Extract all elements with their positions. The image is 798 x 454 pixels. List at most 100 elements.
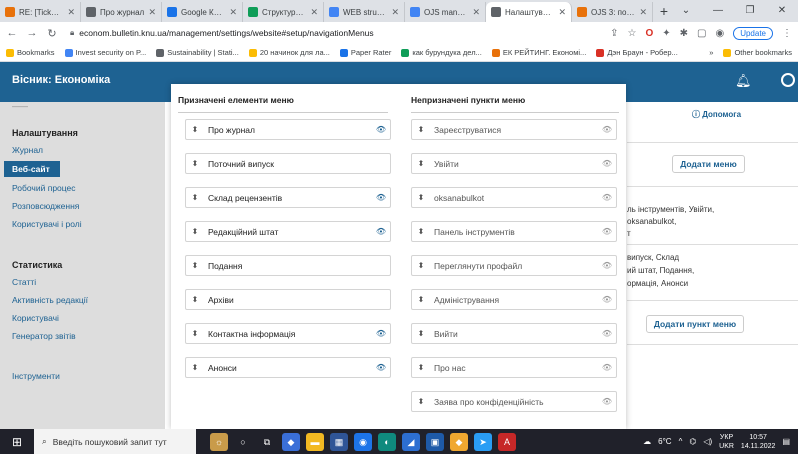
bookmark-star-icon[interactable]: ☆ (627, 28, 636, 39)
unassigned-menu-item[interactable]: ⬍ oksanabulkot 👁︎ (411, 187, 617, 208)
add-menu-button[interactable]: Додати меню (672, 155, 745, 173)
windows-start-icon[interactable]: ⊞ (0, 429, 34, 454)
sidebar-item-workflow[interactable]: Робочий процес (12, 183, 76, 193)
app-icon[interactable]: ◆ (282, 432, 300, 451)
browser-tab[interactable]: RE: [Ticket#3... ✕ (0, 2, 81, 22)
drag-handle-icon[interactable]: ⬍ (186, 193, 204, 202)
widget-icon[interactable]: ☼ (210, 432, 228, 451)
profile-avatar[interactable]: ◉ (715, 28, 724, 39)
drag-handle-icon[interactable]: ⬍ (186, 329, 204, 338)
reload-icon[interactable]: ↻ (46, 27, 58, 40)
visibility-eye-icon[interactable]: 👁︎ (598, 397, 616, 406)
close-window-icon[interactable]: ✕ (766, 0, 798, 22)
forward-icon[interactable]: → (26, 27, 38, 39)
drag-handle-icon[interactable]: ⬍ (412, 227, 430, 236)
visibility-eye-icon[interactable]: 👁︎ (598, 295, 616, 304)
drag-handle-icon[interactable]: ⬍ (412, 295, 430, 304)
journal-title[interactable]: Вісник: Економіка (12, 74, 110, 86)
unassigned-menu-item[interactable]: ⬍ Заява про конфіденційність 👁︎ (411, 391, 617, 412)
browser-tab[interactable]: Про журнал ✕ (81, 2, 162, 22)
drag-handle-icon[interactable]: ⬍ (412, 261, 430, 270)
bookmark-item[interactable]: Дэн Браун - Робер... (596, 48, 678, 57)
bookmarks-overflow-icon[interactable]: » (709, 48, 713, 57)
volume-icon[interactable]: ◁) (703, 437, 712, 446)
bookmark-item[interactable]: ЕК РЕЙТИНГ. Економі... (491, 48, 586, 57)
unassigned-menu-item[interactable]: ⬍ Панель інструментів 👁︎ (411, 221, 617, 242)
sidebar-item-journal[interactable]: Журнал (12, 145, 43, 155)
extension-o-icon[interactable]: O (645, 28, 653, 39)
drag-handle-icon[interactable]: ⬍ (412, 397, 430, 406)
browser-tab[interactable]: OJS manual...✕ (405, 2, 486, 22)
extension-icon[interactable]: ✦ (662, 28, 670, 39)
browser-tab[interactable]: WEB structu...✕ (324, 2, 405, 22)
bookmark-item[interactable]: Invest security on P... (64, 48, 146, 57)
drag-handle-icon[interactable]: ⬍ (186, 227, 204, 236)
update-button[interactable]: Update (733, 26, 773, 40)
assigned-menu-item[interactable]: ⬍ Склад рецензентів 👁︎ (185, 187, 391, 208)
drag-handle-icon[interactable]: ⬍ (412, 363, 430, 372)
visibility-eye-icon[interactable]: 👁︎ (598, 329, 616, 338)
weather-temp[interactable]: 6°C (658, 437, 671, 446)
tab-close-icon[interactable]: ✕ (639, 7, 647, 18)
menu-kebab-icon[interactable]: ⋮ (782, 28, 792, 39)
visibility-eye-icon[interactable]: 👁︎ (372, 329, 390, 338)
task-view-icon[interactable]: ⧉ (258, 433, 276, 451)
drag-handle-icon[interactable]: ⬍ (186, 363, 204, 372)
chrome-icon[interactable]: ◉ (354, 432, 372, 451)
tab-close-icon[interactable]: ✕ (148, 7, 156, 18)
file-explorer-icon[interactable]: ▬ (306, 432, 324, 451)
app-icon[interactable]: ▦ (330, 432, 348, 451)
drag-handle-icon[interactable]: ⬍ (186, 125, 204, 134)
pdf-icon[interactable]: A (498, 432, 516, 451)
sidebar-item-articles[interactable]: Статті (12, 277, 36, 287)
edge-icon[interactable]: ◐ (378, 432, 396, 451)
visibility-eye-icon[interactable]: 👁︎ (598, 363, 616, 372)
tab-close-icon[interactable]: ✕ (391, 7, 399, 18)
visibility-eye-icon[interactable]: 👁︎ (598, 125, 616, 134)
bookmark-item[interactable]: Bookmarks (6, 48, 55, 57)
share-icon[interactable]: ⇪ (610, 28, 618, 39)
cortana-icon[interactable]: ○ (234, 433, 252, 451)
notifications-icon[interactable]: ▤ (782, 437, 790, 446)
browser-tab[interactable]: Налаштуванн... ✕ (486, 2, 572, 22)
assigned-menu-item[interactable]: ⬍ Контактна інформація 👁︎ (185, 323, 391, 344)
minimize-icon[interactable]: — (702, 0, 734, 22)
lock-icon[interactable]: 🔒︎ (70, 28, 74, 38)
sidebar-item-editorial-activity[interactable]: Активність редакції (12, 295, 88, 305)
drag-handle-icon[interactable]: ⬍ (186, 261, 204, 270)
assigned-menu-item[interactable]: ⬍ Редакційний штат 👁︎ (185, 221, 391, 242)
visibility-eye-icon[interactable]: 👁︎ (598, 261, 616, 270)
drag-handle-icon[interactable]: ⬍ (186, 295, 204, 304)
bookmark-item[interactable]: как бурундука дел... (401, 48, 482, 57)
browser-tab[interactable]: OJS 3: повна...✕ (572, 2, 653, 22)
sidebar-item-tools[interactable]: Інструменти (12, 371, 60, 381)
assigned-menu-item[interactable]: ⬍ Подання (185, 255, 391, 276)
bookmark-item[interactable]: Paper Rater (339, 48, 391, 57)
visibility-eye-icon[interactable]: 👁︎ (372, 227, 390, 236)
bookmark-item[interactable]: 20 начинок для ла... (248, 48, 330, 57)
tab-close-icon[interactable]: ✕ (558, 7, 566, 18)
visibility-eye-icon[interactable]: 👁︎ (372, 125, 390, 134)
assigned-menu-item[interactable]: ⬍ Анонси 👁︎ (185, 357, 391, 378)
unassigned-menu-item[interactable]: ⬍ Про нас 👁︎ (411, 357, 617, 378)
visibility-eye-icon[interactable]: 👁︎ (372, 363, 390, 372)
app-icon[interactable]: ◆ (450, 432, 468, 451)
unassigned-menu-item[interactable]: ⬍ Зареєструватися 👁︎ (411, 119, 617, 140)
weather-icon[interactable]: ☁ (643, 437, 651, 446)
network-icon[interactable]: ⌬ (689, 437, 696, 446)
sidebar-item-users-roles[interactable]: Користувачі і ролі (12, 219, 82, 229)
tab-search-icon[interactable]: ⌄ (670, 0, 702, 22)
unassigned-menu-item[interactable]: ⬍ Переглянути профайл 👁︎ (411, 255, 617, 276)
taskbar-search[interactable]: ⌕ Введіть пошуковий запит тут (34, 429, 196, 454)
browser-tab[interactable]: Google Кален...✕ (162, 2, 243, 22)
drag-handle-icon[interactable]: ⬍ (412, 159, 430, 168)
assigned-menu-item[interactable]: ⬍ Про журнал 👁︎ (185, 119, 391, 140)
visibility-eye-icon[interactable]: 👁︎ (598, 193, 616, 202)
drag-handle-icon[interactable]: ⬍ (412, 193, 430, 202)
sidebar-item-report-generator[interactable]: Генератор звітів (12, 331, 76, 341)
clock[interactable]: 10:57 14.11.2022 (741, 433, 776, 451)
visibility-eye-icon[interactable]: 👁︎ (372, 193, 390, 202)
tab-close-icon[interactable]: ✕ (472, 7, 480, 18)
user-account-icon[interactable] (781, 73, 795, 87)
sidebar-item-distribution[interactable]: Розповсюдження (12, 201, 79, 211)
